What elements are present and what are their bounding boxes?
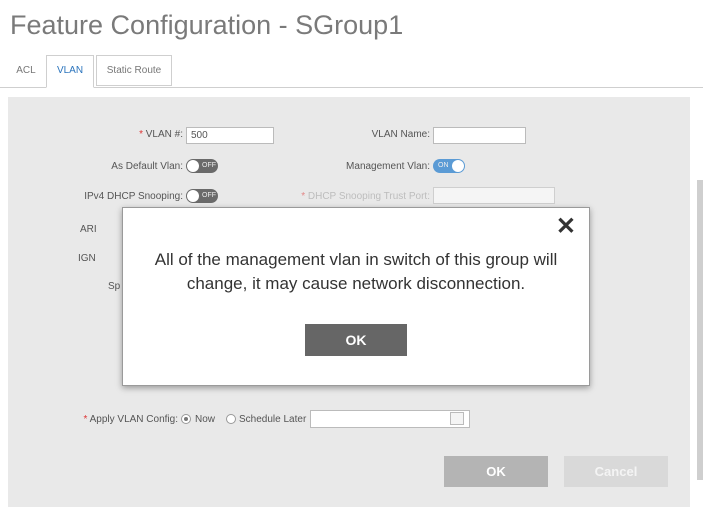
schedule-later-radio[interactable] [226, 414, 236, 424]
tab-acl[interactable]: ACL [8, 55, 44, 86]
igmp-label: IGN [78, 253, 96, 264]
calendar-icon[interactable] [450, 412, 464, 425]
toggle-state: ON [438, 162, 449, 169]
apply-vlan-config-label: * Apply VLAN Config: [83, 414, 178, 425]
tab-bar: ACL VLAN Static Route [0, 55, 703, 88]
page-title: Feature Configuration - SGroup1 [10, 10, 404, 40]
vlan-name-label: VLAN Name: [371, 129, 430, 140]
vlan-name-input[interactable] [433, 127, 526, 144]
toggle-knob [452, 160, 464, 172]
toggle-state: OFF [202, 162, 216, 169]
tab-static-route[interactable]: Static Route [96, 55, 172, 86]
ipv4-dhcp-snooping-toggle[interactable]: OFF [186, 189, 218, 203]
arp-label: ARI [80, 224, 97, 235]
tab-vlan[interactable]: VLAN [46, 55, 94, 88]
close-icon[interactable]: ✕ [556, 214, 576, 240]
cancel-button[interactable]: Cancel [564, 456, 668, 487]
apply-now-radio[interactable] [181, 414, 191, 424]
toggle-knob [187, 160, 199, 172]
schedule-datetime-input[interactable] [310, 410, 470, 428]
as-default-vlan-toggle[interactable]: OFF [186, 159, 218, 173]
toggle-knob [187, 190, 199, 202]
apply-now-label: Now [195, 414, 216, 425]
vlan-id-input[interactable]: 500 [186, 127, 274, 144]
management-vlan-toggle[interactable]: ON [433, 159, 465, 173]
confirmation-dialog: ✕ All of the management vlan in switch o… [122, 207, 590, 386]
dhcp-trust-port-input[interactable] [433, 187, 555, 204]
page-scrollbar[interactable] [697, 180, 703, 480]
dialog-message: All of the management vlan in switch of … [154, 250, 558, 293]
as-default-vlan-label: As Default Vlan: [111, 161, 183, 172]
schedule-later-label: Schedule Later [239, 414, 307, 425]
vlan-id-label: * VLAN #: [139, 129, 183, 140]
toggle-state: OFF [202, 192, 216, 199]
dhcp-trust-port-label: * DHCP Snooping Trust Port: [301, 191, 430, 202]
dialog-ok-button[interactable]: OK [305, 324, 407, 356]
ipv4-dhcp-snooping-label: IPv4 DHCP Snooping: [84, 191, 183, 202]
management-vlan-label: Management Vlan: [346, 161, 430, 172]
ok-button[interactable]: OK [444, 456, 548, 487]
